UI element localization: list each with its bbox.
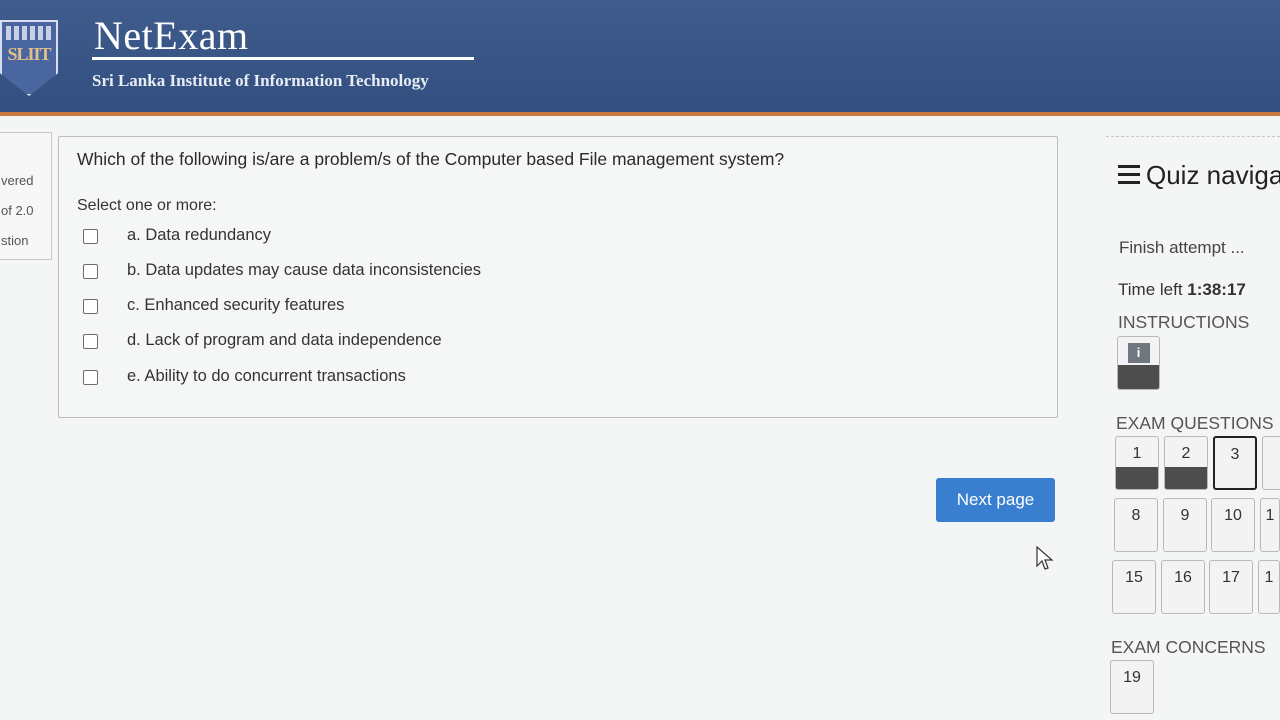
quiz-navigation-title: Quiz naviga (1146, 160, 1280, 190)
question-text: Which of the following is/are a problem/… (77, 149, 785, 169)
option-a-label[interactable]: a. Data redundancy (127, 226, 271, 245)
logo-grid-pattern (6, 26, 54, 40)
brand-divider (92, 57, 474, 60)
concern-nav-button-19[interactable]: 19 (1110, 660, 1154, 714)
next-page-button[interactable]: Next page (936, 478, 1055, 522)
question-nav-button-10[interactable]: 10 (1211, 498, 1255, 552)
question-nav-button-17[interactable]: 17 (1209, 560, 1253, 614)
answer-option-e[interactable]: e. Ability to do concurrent transactions (83, 367, 983, 389)
option-c-checkbox[interactable] (83, 299, 98, 314)
hamburger-menu-icon[interactable] (1118, 165, 1140, 185)
site-header: SLIIT NetExam Sri Lanka Institute of Inf… (0, 0, 1280, 116)
info-status: vered (1, 173, 34, 188)
option-e-label[interactable]: e. Ability to do concurrent transactions (127, 367, 406, 386)
instructions-button[interactable]: i (1117, 336, 1160, 390)
question-nav-button-1[interactable]: 1 (1115, 436, 1159, 490)
option-d-label[interactable]: d. Lack of program and data independence (127, 331, 442, 350)
sliit-logo[interactable]: SLIIT (0, 20, 58, 96)
instructions-label: INSTRUCTIONS (1118, 312, 1250, 332)
question-info-box: vered of 2.0 stion (0, 132, 52, 260)
option-c-label[interactable]: c. Enhanced security features (127, 296, 344, 315)
time-left-value: 1:38:17 (1187, 280, 1246, 299)
question-nav-button-partial[interactable]: 1 (1260, 498, 1280, 552)
finish-attempt-link[interactable]: Finish attempt ... (1119, 238, 1245, 258)
exam-questions-label: EXAM QUESTIONS (1116, 413, 1274, 433)
answer-option-a[interactable]: a. Data redundancy (83, 226, 983, 248)
answer-prompt: Select one or more: (77, 197, 217, 214)
option-e-checkbox[interactable] (83, 370, 98, 385)
info-marks: of 2.0 (1, 203, 34, 218)
answer-option-c[interactable]: c. Enhanced security features (83, 296, 983, 318)
option-b-checkbox[interactable] (83, 264, 98, 279)
nav-divider (1106, 136, 1280, 137)
question-nav-button-2[interactable]: 2 (1164, 436, 1208, 490)
time-left-label: Time left (1118, 280, 1183, 299)
question-nav-button-8[interactable]: 8 (1114, 498, 1158, 552)
mouse-cursor-icon (1036, 546, 1054, 570)
option-b-label[interactable]: b. Data updates may cause data inconsist… (127, 261, 481, 280)
info-icon: i (1127, 343, 1150, 363)
question-card: Which of the following is/are a problem/… (58, 136, 1058, 418)
brand-title[interactable]: NetExam (94, 12, 249, 59)
question-nav-button-partial[interactable] (1262, 436, 1280, 490)
time-left: Time left 1:38:17 (1118, 280, 1246, 300)
question-nav-button-partial[interactable]: 1 (1258, 560, 1280, 614)
answer-option-d[interactable]: d. Lack of program and data independence (83, 331, 983, 353)
logo-text: SLIIT (7, 44, 51, 64)
question-nav-button-15[interactable]: 15 (1112, 560, 1156, 614)
option-d-checkbox[interactable] (83, 334, 98, 349)
exam-concerns-label: EXAM CONCERNS (1111, 637, 1266, 657)
brand-subtitle: Sri Lanka Institute of Information Techn… (92, 71, 429, 90)
question-nav-button-9[interactable]: 9 (1163, 498, 1207, 552)
info-flag-question[interactable]: stion (1, 233, 28, 248)
option-a-checkbox[interactable] (83, 229, 98, 244)
question-nav-button-16[interactable]: 16 (1161, 560, 1205, 614)
answer-option-b[interactable]: b. Data updates may cause data inconsist… (83, 261, 983, 283)
question-nav-button-3[interactable]: 3 (1213, 436, 1257, 490)
